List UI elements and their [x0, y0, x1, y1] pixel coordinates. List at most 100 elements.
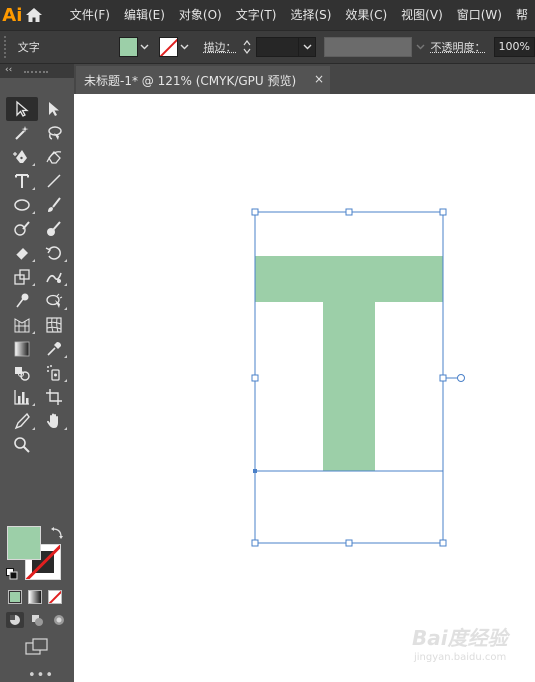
control-bar-grip[interactable] [4, 36, 10, 58]
pen-icon [13, 150, 27, 163]
resize-handle [345, 208, 353, 216]
rotate-tool[interactable] [38, 241, 70, 265]
edit-toolbar-button[interactable]: ••• [28, 668, 54, 682]
hand-tool[interactable] [38, 409, 70, 433]
text-glyph-t[interactable] [255, 256, 443, 471]
ellipse-tool[interactable] [6, 193, 38, 217]
menu-effect[interactable]: 效果(C) [338, 0, 394, 30]
perspective-grid-icon [14, 318, 30, 333]
baseline-anchor [253, 469, 257, 473]
menu-type[interactable]: 文字(T) [229, 0, 284, 30]
blob-brush-tool[interactable] [38, 217, 70, 241]
home-icon[interactable] [25, 0, 43, 30]
baidu-jingyan-watermark: Bai度经验 jingyan.baidu.com [412, 622, 520, 668]
magic-wand-icon [15, 126, 29, 140]
opacity-input[interactable]: 100% [493, 37, 535, 57]
draw-normal-button[interactable] [6, 612, 24, 628]
fill-color-swatch[interactable] [118, 37, 138, 57]
pen-tool[interactable] [6, 145, 38, 169]
zoom-icon [14, 437, 30, 453]
hand-icon [47, 413, 58, 428]
opacity-label[interactable]: 不透明度： [431, 39, 486, 55]
resize-handle [251, 374, 259, 382]
type-icon [15, 174, 29, 188]
shaper-tool[interactable] [6, 217, 38, 241]
illustrator-window: Ai 文件(F) 编辑(E) 对象(O) 文字(T) 选择(S) 效果(C) 视… [0, 0, 535, 682]
stroke-weight-stepper[interactable] [240, 37, 253, 57]
tools-panel: ‹‹ ••• [0, 64, 74, 682]
tools-panel-header[interactable]: ‹‹ [0, 64, 74, 78]
fill-stroke-controls [0, 526, 74, 586]
stroke-weight-input[interactable] [255, 37, 300, 57]
scale-icon [14, 269, 30, 285]
gradient-tool[interactable] [6, 337, 38, 361]
menu-view[interactable]: 视图(V) [394, 0, 450, 30]
lasso-tool[interactable] [38, 121, 70, 145]
tool-grid [6, 97, 70, 457]
menu-help[interactable]: 帮 [509, 0, 535, 30]
eyedropper-icon [47, 342, 61, 356]
menu-file[interactable]: 文件(F) [63, 0, 117, 30]
artboard-canvas[interactable] [74, 94, 535, 682]
artboard-icon [46, 389, 62, 405]
magic-wand-tool[interactable] [6, 121, 38, 145]
warp-tool[interactable] [38, 265, 70, 289]
artboard-tool[interactable] [38, 385, 70, 409]
puppet-warp-icon [16, 293, 29, 308]
menu-window[interactable]: 窗口(W) [450, 0, 509, 30]
watermark-url: jingyan.baidu.com [414, 652, 507, 663]
type-tool[interactable] [6, 169, 38, 193]
chevron-down-icon[interactable] [299, 37, 317, 57]
panel-grip[interactable] [24, 71, 48, 75]
eraser-tool[interactable] [6, 241, 38, 265]
close-icon[interactable]: × [314, 72, 324, 86]
stroke-color-swatch[interactable] [159, 37, 179, 57]
color-mode-button[interactable] [8, 590, 22, 604]
paintbrush-tool[interactable] [38, 193, 70, 217]
scale-tool[interactable] [6, 265, 38, 289]
blend-icon [15, 367, 30, 381]
zoom-tool[interactable] [6, 433, 38, 457]
direct-selection-icon [49, 102, 59, 116]
symbol-sprayer-tool[interactable] [38, 361, 70, 385]
mesh-icon [46, 317, 62, 333]
column-graph-tool[interactable] [6, 385, 38, 409]
curvature-tool[interactable] [38, 145, 70, 169]
menu-edit[interactable]: 编辑(E) [117, 0, 172, 30]
screen-mode-icon[interactable] [25, 638, 49, 656]
none-mode-button[interactable] [48, 590, 62, 604]
document-tab[interactable]: 未标题-1* @ 121% (CMYK/GPU 预览) × [76, 66, 330, 94]
fill-swatch[interactable] [7, 526, 41, 560]
symbol-sprayer-icon [47, 365, 60, 381]
mesh-tool[interactable] [38, 313, 70, 337]
swap-fill-stroke-icon[interactable] [50, 526, 64, 540]
default-fill-stroke-icon[interactable] [6, 568, 18, 580]
shape-builder-tool[interactable] [38, 289, 70, 313]
gradient-mode-button[interactable] [28, 590, 42, 604]
direct-selection-tool[interactable] [38, 97, 70, 121]
selection-tool[interactable] [6, 97, 38, 121]
blend-tool[interactable] [6, 361, 38, 385]
resize-handle [251, 539, 259, 547]
type-on-path-handle [457, 374, 465, 382]
draw-behind-button[interactable] [28, 612, 46, 628]
perspective-grid-tool[interactable] [6, 313, 38, 337]
chevron-down-icon[interactable] [138, 37, 151, 57]
draw-inside-button[interactable] [50, 612, 68, 628]
document-tab-bar: 未标题-1* @ 121% (CMYK/GPU 预览) × [74, 64, 535, 94]
line-segment-tool[interactable] [38, 169, 70, 193]
variable-width-profile-field[interactable] [324, 37, 412, 57]
watermark-logo: Bai度经验 [412, 626, 508, 650]
menu-select[interactable]: 选择(S) [283, 0, 338, 30]
slice-tool[interactable] [6, 409, 38, 433]
stroke-label[interactable]: 描边： [203, 39, 236, 55]
collapse-icon[interactable]: ‹‹ [5, 64, 12, 76]
resize-handle [439, 208, 447, 216]
eyedropper-tool[interactable] [38, 337, 70, 361]
ellipse-icon [14, 199, 30, 211]
chevron-down-icon[interactable] [178, 37, 191, 57]
menu-object[interactable]: 对象(O) [172, 0, 229, 30]
curvature-icon [46, 151, 62, 164]
puppet-warp-tool[interactable] [6, 289, 38, 313]
chevron-down-icon[interactable] [412, 37, 429, 57]
